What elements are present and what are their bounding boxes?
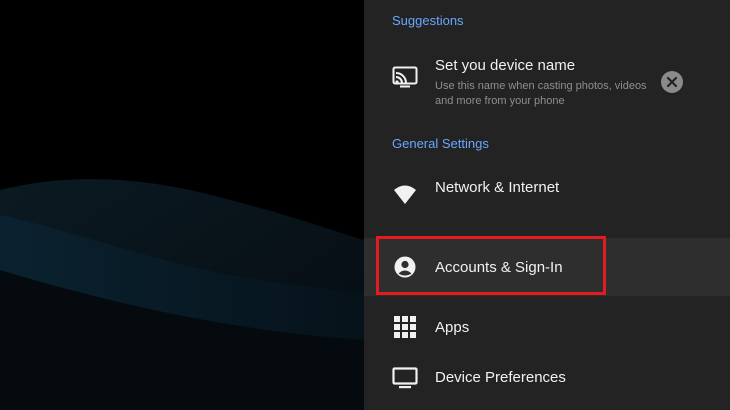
settings-item-label: Network & Internet	[435, 179, 560, 196]
screen: Suggestions Set you device name Use this…	[0, 0, 730, 410]
tv-icon	[392, 365, 418, 391]
settings-item-device-preferences[interactable]: Device Preferences	[364, 356, 730, 410]
close-icon[interactable]	[661, 71, 683, 93]
highlight-annotation	[376, 236, 606, 295]
settings-item-label: Device Preferences	[435, 369, 566, 386]
settings-item-apps[interactable]: Apps	[364, 300, 730, 354]
settings-item-label: Apps	[435, 319, 470, 336]
cast-icon	[392, 64, 418, 90]
settings-panel: Suggestions Set you device name Use this…	[364, 0, 730, 410]
suggestion-description: Use this name when casting photos, video…	[435, 80, 647, 107]
suggestions-header: Suggestions	[392, 13, 464, 28]
wifi-icon	[392, 181, 418, 207]
settings-item-network[interactable]: Network & Internet	[364, 166, 730, 220]
suggestion-title: Set you device name	[435, 57, 576, 74]
background-wallpaper	[0, 0, 364, 410]
apps-grid-icon	[392, 314, 418, 340]
general-settings-header: General Settings	[392, 136, 489, 151]
